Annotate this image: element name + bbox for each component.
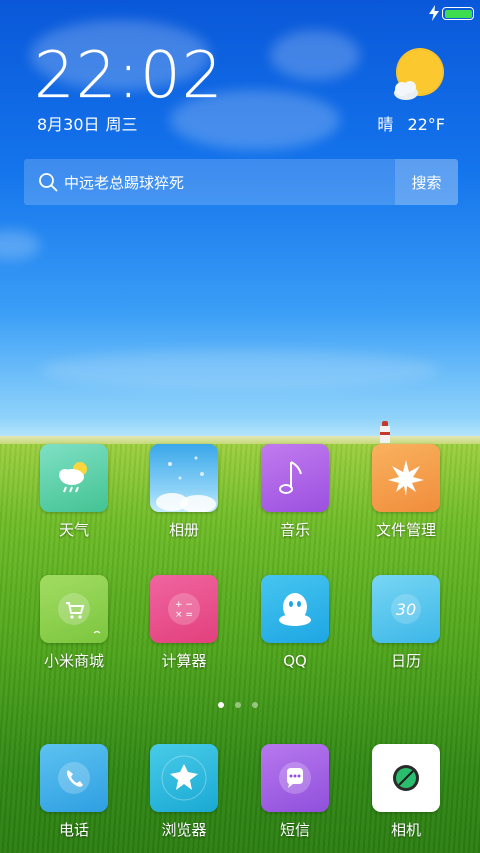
app-label: 计算器	[161, 652, 207, 670]
dock-app-browser[interactable]: 浏览器	[129, 744, 239, 839]
page-dot[interactable]	[218, 702, 224, 708]
clock-date[interactable]: 8月30日 周三	[37, 111, 138, 135]
weather-summary[interactable]: 晴 22°F	[377, 111, 445, 135]
dock-app-messages[interactable]: 短信	[240, 744, 350, 839]
svg-text:30: 30	[396, 600, 416, 619]
app-label: 文件管理	[375, 521, 436, 539]
gallery-app-icon	[150, 444, 218, 512]
app-label: 小米商城	[43, 652, 104, 670]
app-weather[interactable]: 天气	[19, 444, 129, 539]
search-icon	[39, 173, 58, 192]
app-label: 相机	[390, 821, 421, 839]
wallpaper-cloud	[40, 350, 440, 390]
date-text: 8月30日	[37, 115, 100, 134]
svg-text:+ −: + −	[175, 600, 193, 610]
app-label: 天气	[58, 521, 89, 539]
qq-app-icon	[261, 575, 329, 643]
calendar-app-icon: 30	[372, 575, 440, 643]
browser-app-icon	[150, 744, 218, 812]
clock-time[interactable]: 22:02	[34, 38, 223, 114]
app-gallery[interactable]: 相册	[129, 444, 239, 539]
wallpaper-cloud	[270, 30, 360, 80]
weather-app-icon	[40, 444, 108, 512]
weather-condition: 晴	[377, 115, 394, 134]
weather-temperature: 22°F	[407, 115, 445, 134]
svg-text:× =: × =	[175, 610, 193, 620]
search-button[interactable]: 搜索	[395, 159, 458, 205]
battery-icon	[442, 7, 474, 20]
app-label: 短信	[279, 821, 310, 839]
app-file-manager[interactable]: 文件管理	[351, 444, 461, 539]
search-input[interactable]: 中远老总踢球猝死	[64, 172, 395, 193]
page-indicator	[0, 702, 480, 710]
page-dot[interactable]	[235, 702, 241, 708]
mi-store-app-icon	[40, 575, 108, 643]
search-bar[interactable]: 中远老总踢球猝死 搜索	[24, 159, 458, 205]
app-label: 日历	[390, 652, 421, 670]
weekday-text: 周三	[105, 115, 138, 134]
file-manager-app-icon	[372, 444, 440, 512]
app-label: 浏览器	[161, 821, 207, 839]
lightning-bolt-icon	[429, 5, 439, 21]
app-label: 相册	[168, 521, 199, 539]
wallpaper-lighthouse	[379, 421, 391, 443]
dock-app-phone[interactable]: 电话	[19, 744, 129, 839]
app-label: QQ	[283, 652, 307, 670]
battery-level	[444, 9, 472, 18]
app-label: 音乐	[279, 521, 310, 539]
dock-app-camera[interactable]: 相机	[351, 744, 461, 839]
page-dot[interactable]	[252, 702, 258, 708]
phone-app-icon	[40, 744, 108, 812]
partly-sunny-icon[interactable]	[392, 48, 446, 102]
app-qq[interactable]: QQ	[240, 575, 350, 670]
camera-app-icon	[372, 744, 440, 812]
app-calculator[interactable]: + − × = 计算器	[129, 575, 239, 670]
messages-app-icon	[261, 744, 329, 812]
app-calendar[interactable]: 30 日历	[351, 575, 461, 670]
calculator-app-icon: + − × =	[150, 575, 218, 643]
app-mi-store[interactable]: 小米商城	[19, 575, 129, 670]
app-music[interactable]: 音乐	[240, 444, 350, 539]
music-app-icon	[261, 444, 329, 512]
app-label: 电话	[58, 821, 89, 839]
status-bar	[0, 0, 480, 28]
